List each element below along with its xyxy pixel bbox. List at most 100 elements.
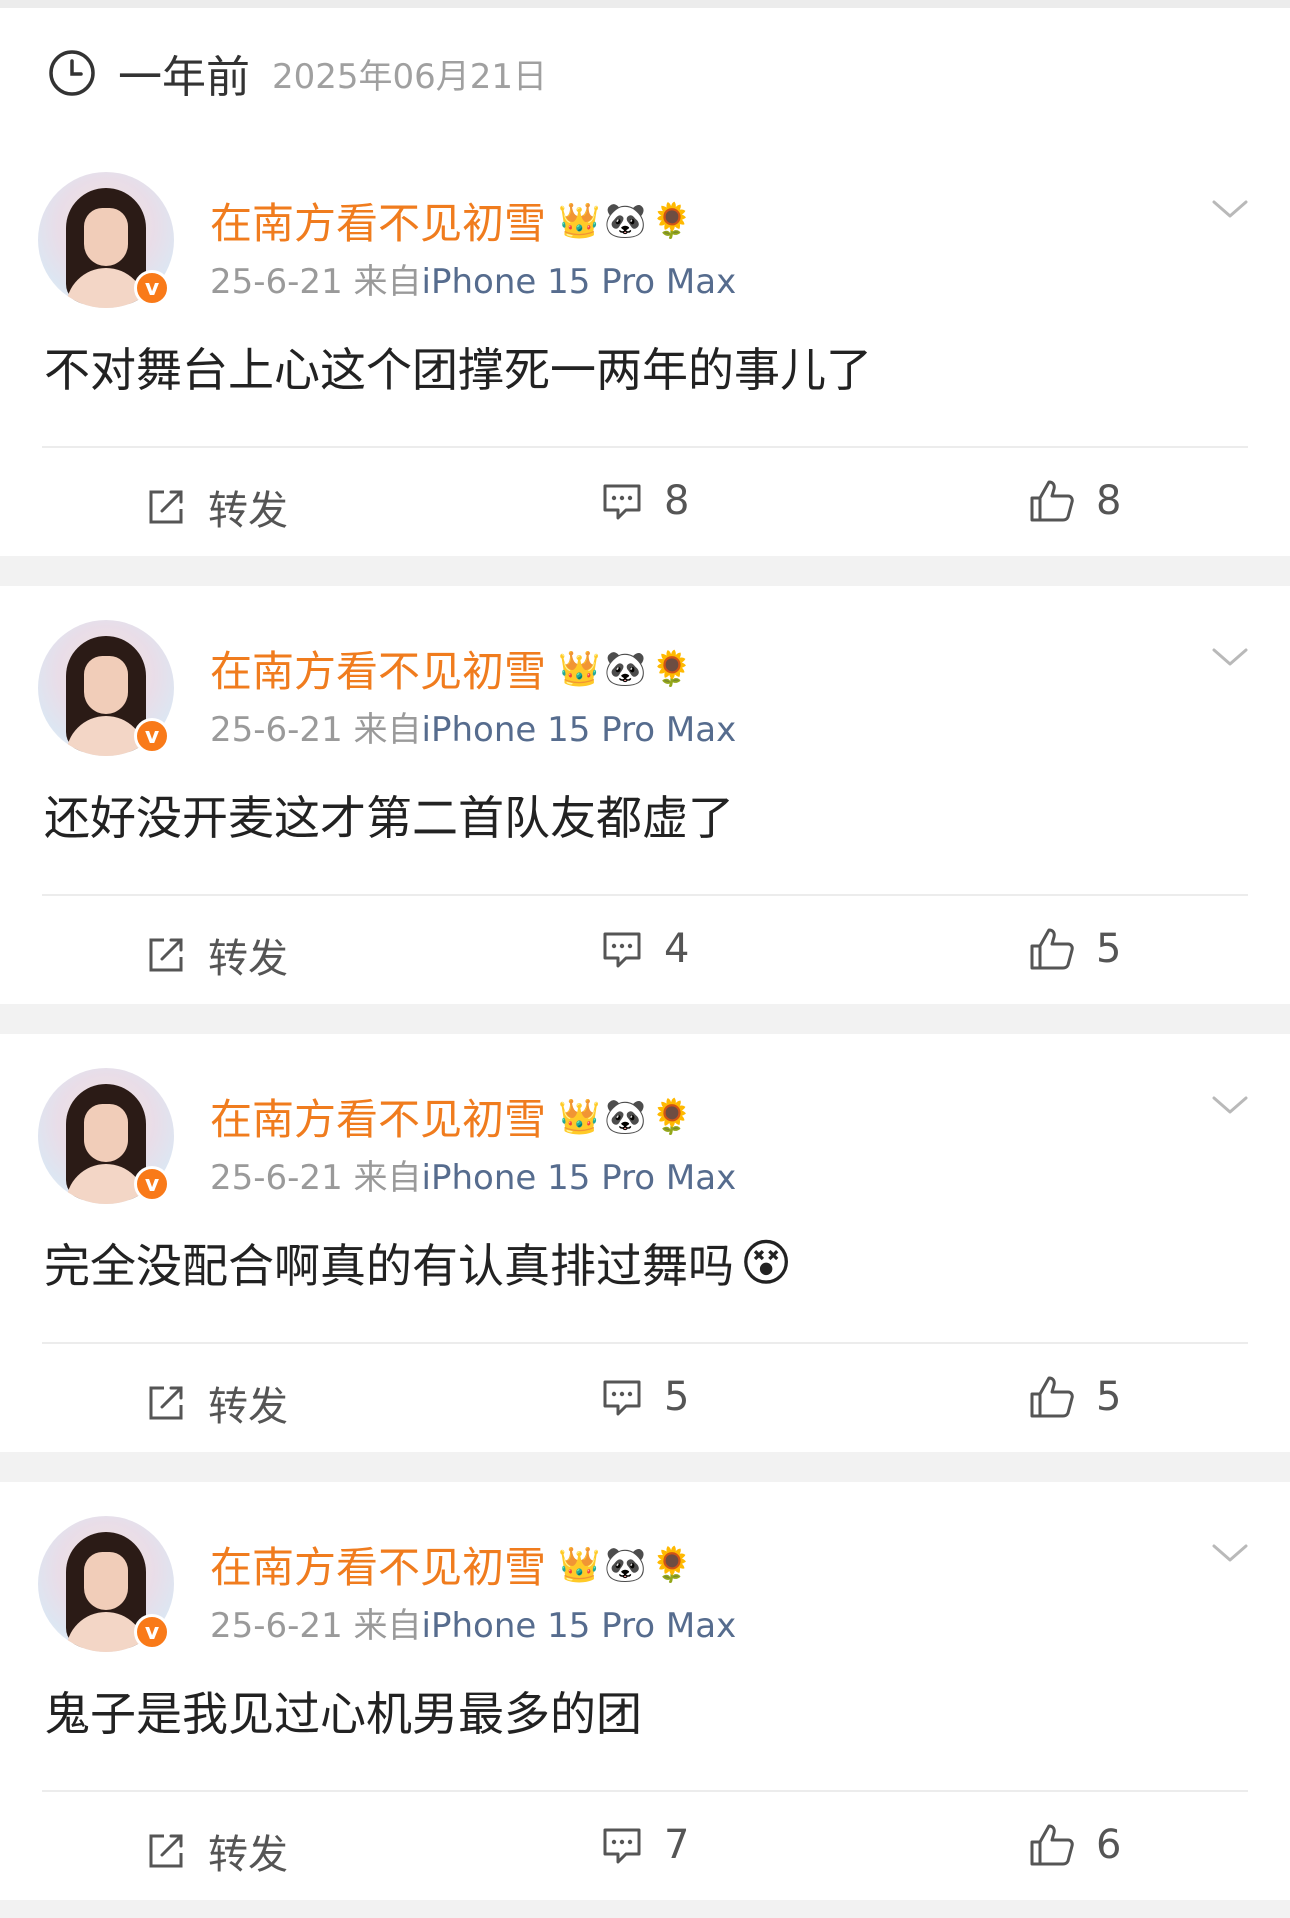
- post-meta: 25-6-21 来自iPhone 15 Pro Max: [210, 254, 736, 303]
- action-bar: 转发 4 5: [0, 896, 1290, 1004]
- panda-badge-icon[interactable]: 🐼: [604, 1548, 646, 1582]
- post-card: v 在南方看不见初雪 👑 🐼 🌻 25-6-21 来自iPhone 15 Pro…: [0, 1482, 1290, 1900]
- post-list: v 在南方看不见初雪 👑 🐼 🌻 25-6-21 来自iPhone 15 Pro…: [0, 138, 1290, 1900]
- repost-button[interactable]: 转发: [144, 926, 288, 984]
- repost-icon: [149, 1834, 183, 1868]
- repost-label: 转发: [208, 488, 288, 534]
- post-text: 鬼子是我见过心机男最多的团: [44, 1687, 642, 1741]
- comment-button[interactable]: 4: [600, 926, 689, 972]
- chevron-down-icon[interactable]: [1210, 194, 1250, 224]
- comment-icon: [603, 1828, 641, 1864]
- thumbs-up-icon: [1030, 1824, 1074, 1866]
- comment-count: 5: [664, 1374, 690, 1420]
- post-content: 完全没配合啊真的有认真排过舞吗 😵: [44, 1230, 792, 1296]
- post-source[interactable]: iPhone 15 Pro Max: [422, 710, 737, 750]
- user-badges: 👑 🐼 🌻: [558, 652, 697, 686]
- action-bar: 转发 5 5: [0, 1344, 1290, 1452]
- post-source[interactable]: iPhone 15 Pro Max: [422, 1606, 737, 1646]
- from-prefix: 来自: [353, 1606, 422, 1646]
- avatar[interactable]: v: [38, 1516, 174, 1652]
- repost-label: 转发: [208, 936, 288, 982]
- username[interactable]: 在南方看不见初雪: [210, 1086, 546, 1147]
- from-prefix: 来自: [353, 262, 422, 302]
- sunflower-badge-icon[interactable]: 🌻: [651, 1100, 693, 1134]
- post-meta: 25-6-21 来自iPhone 15 Pro Max: [210, 1598, 736, 1647]
- repost-button[interactable]: 转发: [144, 478, 288, 536]
- like-count: 5: [1096, 926, 1122, 972]
- username-row: 在南方看不见初雪 👑 🐼 🌻: [210, 1086, 697, 1147]
- like-button[interactable]: 5: [1028, 1374, 1121, 1420]
- sunflower-badge-icon[interactable]: 🌻: [651, 1548, 693, 1582]
- panda-badge-icon[interactable]: 🐼: [604, 652, 646, 686]
- panda-badge-icon[interactable]: 🐼: [604, 204, 646, 238]
- clock-icon: [46, 47, 98, 99]
- weibo-comment-page: 一年前 2025年06月21日 v 在南方看不见初雪 👑 🐼 🌻 25-6-21…: [0, 0, 1290, 1918]
- crown-badge-icon[interactable]: 👑: [558, 1548, 600, 1582]
- avatar[interactable]: v: [38, 620, 174, 756]
- post-text: 不对舞台上心这个团撑死一两年的事儿了: [44, 343, 872, 397]
- comment-icon: [603, 932, 641, 968]
- panda-badge-icon[interactable]: 🐼: [604, 1100, 646, 1134]
- time-header: 一年前 2025年06月21日: [0, 0, 1290, 138]
- post-date: 25-6-21: [210, 1606, 343, 1646]
- post-card: v 在南方看不见初雪 👑 🐼 🌻 25-6-21 来自iPhone 15 Pro…: [0, 1034, 1290, 1452]
- dizzy-face-emoji: 😵: [740, 1234, 793, 1292]
- repost-icon: [149, 1386, 183, 1420]
- from-prefix: 来自: [353, 710, 422, 750]
- user-badges: 👑 🐼 🌻: [558, 1100, 697, 1134]
- username-row: 在南方看不见初雪 👑 🐼 🌻: [210, 190, 697, 251]
- like-button[interactable]: 5: [1028, 926, 1121, 972]
- absolute-date: 2025年06月21日: [272, 56, 548, 97]
- username-row: 在南方看不见初雪 👑 🐼 🌻: [210, 1534, 697, 1595]
- repost-label: 转发: [208, 1832, 288, 1878]
- comment-count: 4: [664, 926, 690, 972]
- post-meta: 25-6-21 来自iPhone 15 Pro Max: [210, 1150, 736, 1199]
- crown-badge-icon[interactable]: 👑: [558, 1100, 600, 1134]
- post-card: v 在南方看不见初雪 👑 🐼 🌻 25-6-21 来自iPhone 15 Pro…: [0, 586, 1290, 1004]
- crown-badge-icon[interactable]: 👑: [558, 204, 600, 238]
- comment-button[interactable]: 7: [600, 1822, 689, 1868]
- like-button[interactable]: 6: [1028, 1822, 1121, 1868]
- chevron-down-icon[interactable]: [1210, 642, 1250, 672]
- verified-badge-icon: v: [134, 1614, 170, 1650]
- comment-icon: [603, 484, 641, 520]
- post-date: 25-6-21: [210, 262, 343, 302]
- username[interactable]: 在南方看不见初雪: [210, 638, 546, 699]
- crown-badge-icon[interactable]: 👑: [558, 652, 600, 686]
- verified-badge-icon: v: [134, 270, 170, 306]
- username[interactable]: 在南方看不见初雪: [210, 190, 546, 251]
- post-text: 还好没开麦这才第二首队友都虚了: [44, 791, 734, 845]
- chevron-down-icon[interactable]: [1210, 1538, 1250, 1568]
- like-count: 8: [1096, 478, 1122, 524]
- like-count: 5: [1096, 1374, 1122, 1420]
- post-content: 还好没开麦这才第二首队友都虚了 😵: [44, 782, 734, 848]
- repost-icon: [149, 490, 183, 524]
- action-bar: 转发 8 8: [0, 448, 1290, 556]
- comment-button[interactable]: 8: [600, 478, 689, 524]
- post-source[interactable]: iPhone 15 Pro Max: [422, 262, 737, 302]
- verified-badge-icon: v: [134, 1166, 170, 1202]
- post-source[interactable]: iPhone 15 Pro Max: [422, 1158, 737, 1198]
- repost-button[interactable]: 转发: [144, 1822, 288, 1880]
- like-count: 6: [1096, 1822, 1122, 1868]
- chevron-down-icon[interactable]: [1210, 1090, 1250, 1120]
- post-content: 鬼子是我见过心机男最多的团 😵: [44, 1678, 642, 1744]
- sunflower-badge-icon[interactable]: 🌻: [651, 652, 693, 686]
- avatar[interactable]: v: [38, 172, 174, 308]
- repost-button[interactable]: 转发: [144, 1374, 288, 1432]
- post-meta: 25-6-21 来自iPhone 15 Pro Max: [210, 702, 736, 751]
- username-row: 在南方看不见初雪 👑 🐼 🌻: [210, 638, 697, 699]
- avatar[interactable]: v: [38, 1068, 174, 1204]
- verified-badge-icon: v: [134, 718, 170, 754]
- thumbs-up-icon: [1030, 480, 1074, 522]
- post-text: 完全没配合啊真的有认真排过舞吗: [44, 1239, 734, 1293]
- post-date: 25-6-21: [210, 710, 343, 750]
- username[interactable]: 在南方看不见初雪: [210, 1534, 546, 1595]
- user-badges: 👑 🐼 🌻: [558, 204, 697, 238]
- like-button[interactable]: 8: [1028, 478, 1121, 524]
- action-bar: 转发 7 6: [0, 1792, 1290, 1900]
- post-content: 不对舞台上心这个团撑死一两年的事儿了 😵: [44, 334, 872, 400]
- thumbs-up-icon: [1030, 928, 1074, 970]
- comment-button[interactable]: 5: [600, 1374, 689, 1420]
- sunflower-badge-icon[interactable]: 🌻: [651, 204, 693, 238]
